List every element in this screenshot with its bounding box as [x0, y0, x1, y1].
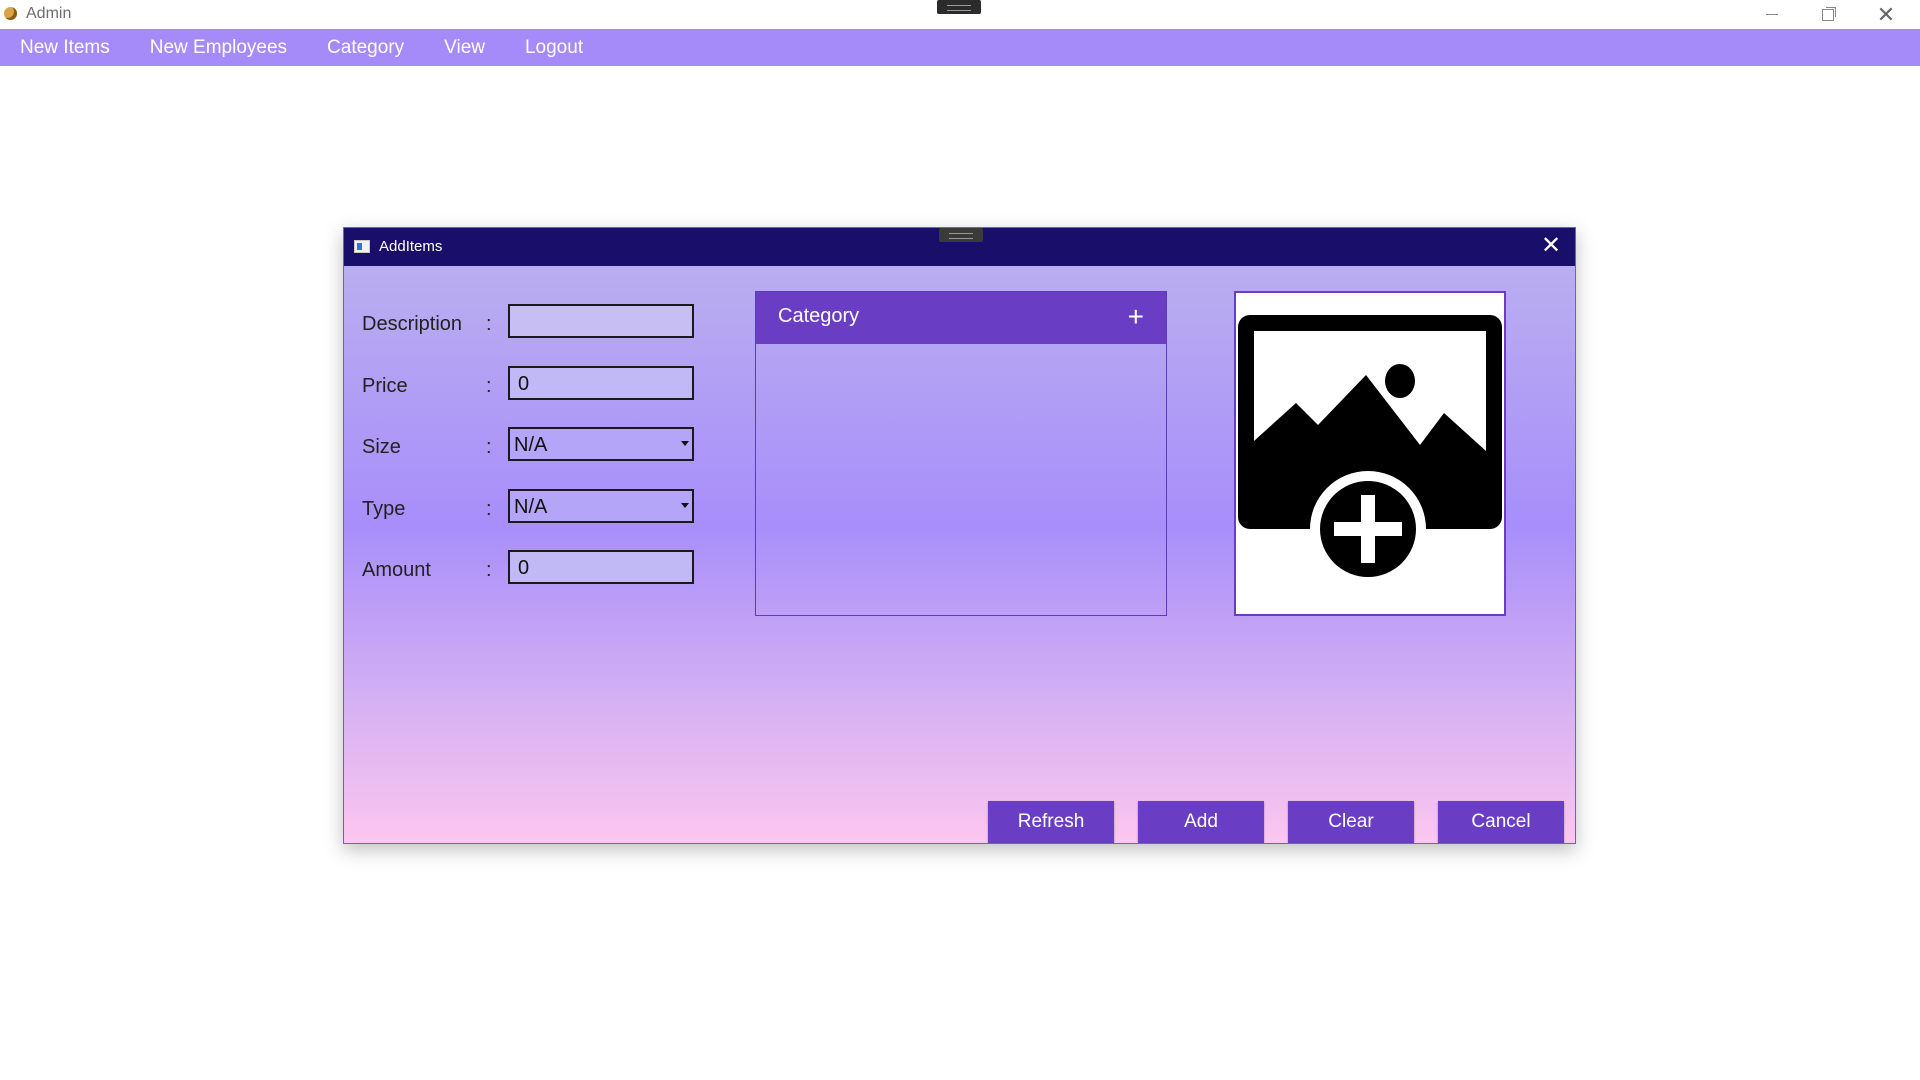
size-select[interactable]: N/A — [508, 427, 694, 461]
menu-item-view[interactable]: View — [424, 29, 505, 66]
clear-button[interactable]: Clear — [1288, 801, 1414, 843]
size-colon: : — [486, 436, 492, 458]
category-panel: Category + — [755, 291, 1167, 616]
window-titlebar: Admin ✕ — [0, 0, 1920, 29]
type-select[interactable]: N/A — [508, 489, 694, 523]
add-category-icon[interactable]: + — [1128, 301, 1144, 333]
dialog-body: Description : Price : 0 Size : N/A Type … — [344, 266, 1575, 843]
menu-item-logout[interactable]: Logout — [505, 29, 603, 66]
dialog-app-icon — [354, 240, 370, 253]
menu-bar: New Items New Employees Category View Lo… — [0, 29, 1920, 66]
price-colon: : — [486, 375, 492, 397]
dialog-drag-handle-icon[interactable] — [939, 228, 983, 242]
amount-colon: : — [486, 559, 492, 581]
menu-item-category[interactable]: Category — [307, 29, 424, 66]
amount-label: Amount — [362, 559, 431, 581]
amount-input[interactable]: 0 — [508, 550, 694, 584]
dialog-title: AddItems — [379, 238, 443, 255]
dialog-titlebar[interactable]: AddItems ✕ — [344, 228, 1575, 266]
description-label: Description — [362, 313, 463, 335]
restore-icon[interactable] — [1800, 0, 1856, 29]
chevron-down-icon — [681, 441, 689, 446]
add-button[interactable]: Add — [1138, 801, 1264, 843]
chevron-down-icon — [681, 503, 689, 508]
description-input[interactable] — [508, 304, 694, 338]
app-icon — [4, 7, 17, 20]
close-icon[interactable]: ✕ — [1858, 0, 1914, 29]
item-image-picker[interactable] — [1234, 291, 1506, 616]
menu-item-new-items[interactable]: New Items — [0, 29, 130, 66]
size-label: Size — [362, 436, 401, 458]
add-image-icon — [1238, 315, 1502, 587]
type-selected-value: N/A — [514, 496, 548, 518]
cancel-button[interactable]: Cancel — [1438, 801, 1564, 843]
window-drag-handle-icon[interactable] — [937, 0, 981, 14]
category-list[interactable] — [756, 344, 1166, 615]
type-colon: : — [486, 498, 492, 520]
category-title: Category — [778, 305, 860, 327]
menu-item-new-employees[interactable]: New Employees — [130, 29, 307, 66]
price-input[interactable]: 0 — [508, 366, 694, 400]
minimize-icon[interactable] — [1744, 0, 1800, 29]
size-selected-value: N/A — [514, 434, 548, 456]
description-colon: : — [486, 313, 492, 335]
window-title: Admin — [26, 5, 72, 22]
category-header: Category + — [756, 292, 1166, 344]
price-label: Price — [362, 375, 408, 397]
type-label: Type — [362, 498, 406, 520]
add-items-dialog: AddItems ✕ Description : Price : 0 Size … — [343, 227, 1576, 844]
refresh-button[interactable]: Refresh — [988, 801, 1114, 843]
dialog-close-icon[interactable]: ✕ — [1537, 232, 1565, 260]
